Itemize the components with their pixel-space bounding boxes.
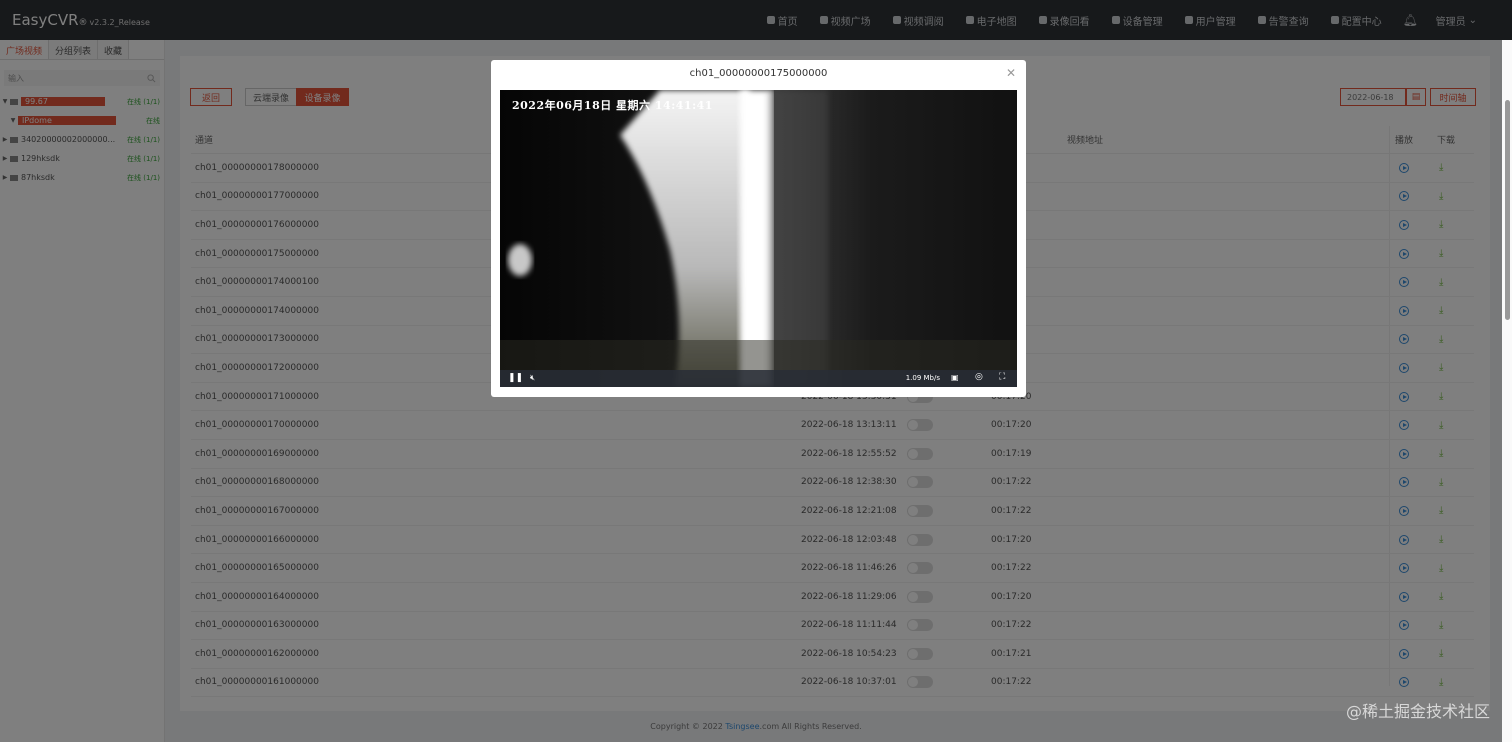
pause-icon[interactable]: ❚❚	[508, 373, 523, 383]
snapshot-icon[interactable]: ▣	[951, 373, 959, 382]
record-icon[interactable]: ◎	[975, 372, 983, 382]
video-player[interactable]: 2022年06月18日 星期六 14:41:41 ❚❚ 🔇︎ 1.09 Mb/s…	[500, 90, 1017, 387]
video-frame	[500, 90, 1017, 387]
close-icon[interactable]: ✕	[1006, 66, 1016, 80]
dialog-title: ch01_00000000175000000	[689, 68, 828, 79]
scrollbar-thumb[interactable]	[1505, 100, 1510, 320]
page-scrollbar[interactable]	[1502, 40, 1512, 742]
player-control-bar: ❚❚ 🔇︎ 1.09 Mb/s ▣ ◎ ⛶	[500, 370, 1017, 387]
bitrate-label: 1.09 Mb/s	[905, 374, 940, 382]
video-timestamp-overlay: 2022年06月18日 星期六 14:41:41	[512, 99, 713, 112]
mute-icon[interactable]: 🔇︎	[530, 373, 535, 383]
video-player-dialog: ch01_00000000175000000 ✕ 2022年06月18日 星期六…	[491, 60, 1026, 397]
watermark: @稀土掘金技术社区	[1345, 702, 1490, 721]
fullscreen-icon[interactable]: ⛶	[999, 372, 1005, 382]
